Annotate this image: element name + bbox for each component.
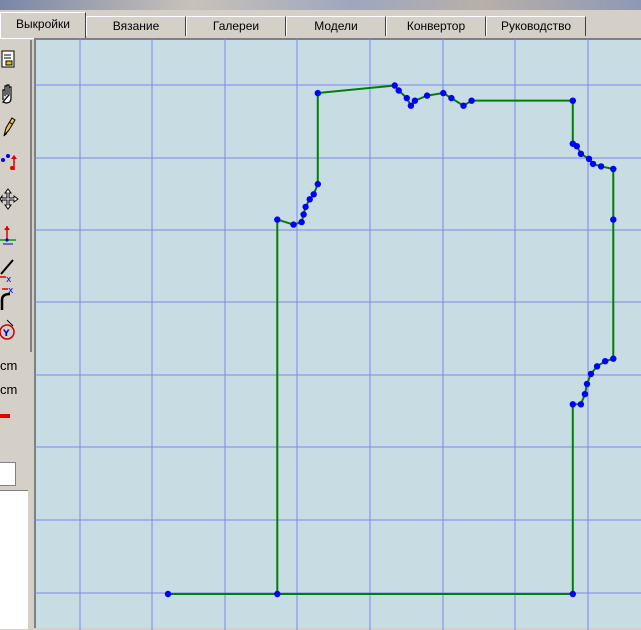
canvas-grid [34,38,641,630]
pattern-point[interactable] [569,140,576,147]
pattern-point[interactable] [302,203,309,211]
pattern-point[interactable] [164,590,172,598]
pattern-point[interactable] [448,94,455,102]
pattern-point[interactable] [593,363,601,370]
pattern-point[interactable] [569,97,576,104]
pattern-point[interactable] [391,82,398,89]
pattern-point[interactable] [298,218,305,226]
pattern-point[interactable] [468,97,475,104]
pattern-point[interactable] [569,401,576,408]
pattern-point[interactable] [274,590,281,598]
pattern-point[interactable] [587,370,595,378]
svg-text:x: x [6,275,12,284]
pattern-point[interactable] [440,89,447,97]
pattern-point[interactable] [597,163,605,170]
pattern-outline[interactable] [168,84,615,595]
rotate-xy-icon[interactable]: Y [0,318,24,346]
window-title-strip [0,0,641,10]
pattern-point[interactable] [314,89,321,97]
pattern-point[interactable] [403,94,410,102]
main-tab-bar: Выкройки Вязание Галереи Модели Конверто… [0,10,641,39]
pattern-point[interactable] [610,165,617,173]
pattern-point[interactable] [602,358,609,365]
pattern-point[interactable] [585,155,593,162]
point-move-icon[interactable] [0,150,24,178]
pattern-point[interactable] [290,221,297,228]
pattern-point[interactable] [583,380,591,388]
tab-galleries[interactable]: Галереи [186,16,286,36]
pattern-point[interactable] [274,216,281,223]
pattern-point[interactable] [395,87,402,94]
pattern-point[interactable] [577,150,585,157]
unit-label-1: cm [0,358,18,373]
tab-guide[interactable]: Руководство [486,16,586,36]
pattern-point[interactable] [581,390,589,398]
tab-converter[interactable]: Конвертор [386,16,486,36]
pattern-point[interactable] [569,590,576,598]
line-color-swatch[interactable] [0,414,10,418]
pattern-point[interactable] [577,401,585,408]
unit-label-2: cm [0,382,18,397]
preview-pane [0,490,28,629]
tab-patterns[interactable]: Выкройки [0,12,86,38]
pattern-point[interactable] [610,216,617,223]
pencil-draw-icon[interactable] [0,114,24,142]
mirror-axis-icon[interactable] [0,222,24,250]
line-measure-icon[interactable]: x [0,256,24,284]
pattern-point[interactable] [407,102,415,109]
value-input[interactable] [0,462,16,486]
svg-text:Y: Y [2,329,10,339]
pattern-canvas[interactable] [34,38,641,630]
pattern-point[interactable] [460,102,467,109]
pattern-drawing[interactable] [34,38,641,630]
curve-measure-icon[interactable]: x [0,284,24,312]
tab-models[interactable]: Модели [286,16,386,36]
pan-hand-icon[interactable] [0,80,24,108]
open-pattern-icon[interactable] [0,46,24,74]
tool-palette: x x Y [0,40,32,352]
pattern-point[interactable] [300,211,307,218]
move-arrows-icon[interactable] [0,186,24,214]
pattern-point[interactable] [610,355,617,362]
tab-knitting[interactable]: Вязание [86,16,186,36]
svg-text:x: x [8,286,14,296]
pattern-point[interactable] [310,191,317,198]
pattern-point[interactable] [589,160,597,168]
pattern-point[interactable] [411,97,419,104]
pattern-point[interactable] [306,196,313,203]
pattern-point[interactable] [423,92,431,99]
pattern-point[interactable] [314,180,321,188]
